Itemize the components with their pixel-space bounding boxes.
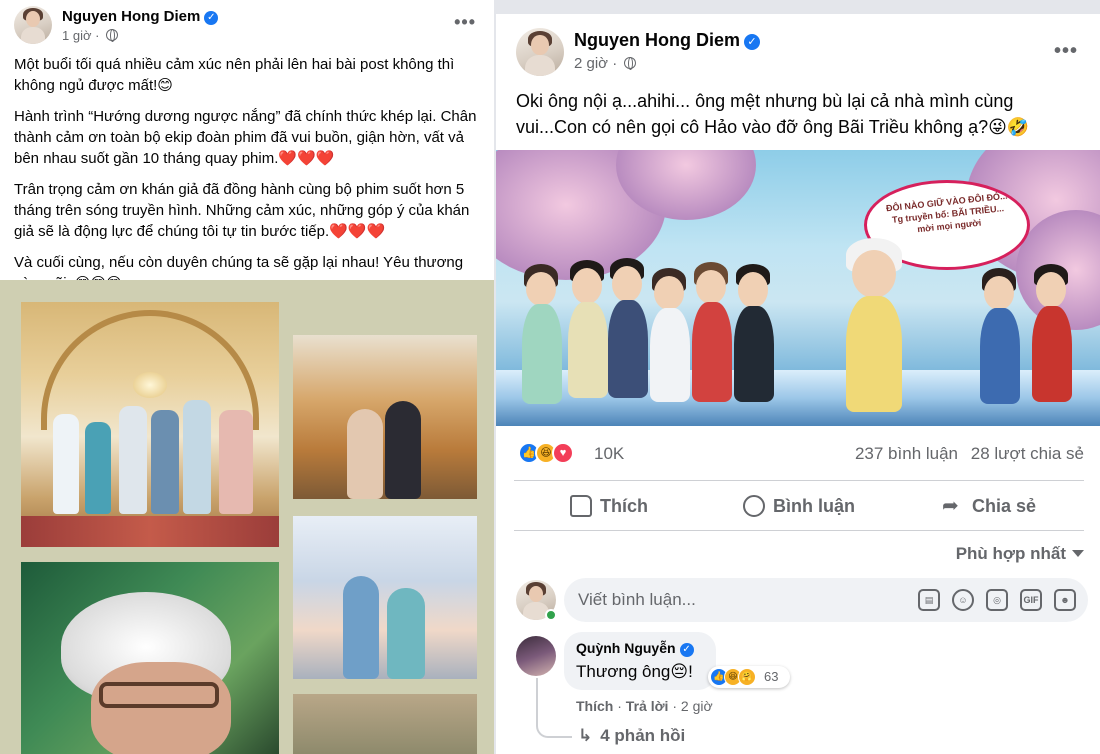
shares-count[interactable]: 28 lượt chia sẻ — [971, 444, 1084, 463]
separator: · — [672, 698, 677, 714]
comment-reactions[interactable]: 👍 😆 🤗 63 — [708, 666, 790, 688]
elder-actor-photo[interactable] — [21, 562, 279, 754]
globe-icon — [106, 29, 119, 42]
post-actions: Thích Bình luận ➦ Chia sẻ — [514, 486, 1084, 526]
verified-badge-icon: ✓ — [679, 643, 694, 657]
post-text: Một buổi tối quá nhiều cảm xúc nên phải … — [14, 54, 484, 304]
comment-sort-dropdown[interactable]: Phù hợp nhất — [956, 544, 1084, 564]
share-button[interactable]: ➦ Chia sẻ — [894, 486, 1084, 526]
group-photo-palace[interactable] — [21, 302, 279, 547]
more-options-button[interactable]: ••• — [454, 12, 476, 33]
gif-icon[interactable]: GIF — [1020, 589, 1042, 611]
reply-thread-line — [536, 678, 572, 738]
post-time[interactable]: 1 giờ — [62, 28, 92, 43]
caret-down-icon — [1072, 550, 1084, 557]
camera-icon[interactable]: ◎ — [986, 589, 1008, 611]
comments-count[interactable]: 237 bình luận — [855, 444, 958, 463]
sticker-face-icon[interactable]: ☻ — [1054, 589, 1076, 611]
comment-button[interactable]: Bình luận — [704, 486, 894, 526]
reply-arrow-icon: ↳ — [578, 726, 593, 745]
view-replies-link[interactable]: ↳ 4 phản hồi — [578, 726, 685, 746]
care-reaction-icon: 🤗 — [738, 668, 756, 686]
tree-photo[interactable] — [293, 694, 477, 754]
post-paragraph: Hành trình “Hướng dương ngược nắng” đã c… — [14, 108, 477, 167]
author-name[interactable]: Nguyen Hong Diem — [574, 30, 740, 50]
comment-reaction-count: 63 — [764, 669, 779, 684]
post-meta: 2 giờ · — [574, 55, 637, 72]
post-time[interactable]: 2 giờ — [574, 55, 608, 72]
post-paragraph: Một buổi tối quá nhiều cảm xúc nên phải … — [14, 56, 455, 94]
separator: · — [617, 698, 622, 714]
author-avatar[interactable] — [14, 6, 52, 44]
verified-badge-icon: ✓ — [204, 11, 219, 25]
post-stats: 237 bình luận 28 lượt chia sẻ — [847, 444, 1084, 464]
share-arrow-icon: ➦ — [941, 495, 959, 517]
sort-label: Phù hợp nhất — [955, 544, 1066, 563]
screenshot-canvas: Nguyen Hong Diem ✓ 1 giờ · ••• Một buổi t… — [0, 0, 1100, 754]
comment-time[interactable]: 2 giờ — [681, 698, 713, 714]
divider — [514, 530, 1084, 531]
divider — [514, 480, 1084, 481]
thumbs-up-icon — [570, 495, 592, 517]
left-post-header: Nguyen Hong Diem ✓ 1 giờ · ••• — [14, 6, 484, 50]
love-reaction-icon: ♥ — [552, 442, 574, 464]
verified-badge-icon: ✓ — [744, 34, 761, 50]
show-banner-image[interactable]: ĐÔI NÀO GIỮ VÀO ĐÔI ĐÓ... Tg truyền bổ: … — [496, 150, 1100, 426]
commenter-name-row[interactable]: Quỳnh Nguyễn ✓ — [576, 640, 694, 657]
comment-input-placeholder: Viết bình luận... — [578, 590, 696, 609]
comment-bubble: Quỳnh Nguyễn ✓ Thương ông😔! — [564, 632, 716, 690]
like-button[interactable]: Thích — [514, 486, 704, 526]
post-paragraph: Trân trọng cảm ơn khán giả đã đồng hành … — [14, 181, 470, 240]
reaction-count[interactable]: 10K — [594, 444, 624, 464]
photo-collage — [0, 280, 494, 754]
author-avatar[interactable] — [516, 28, 564, 76]
comment-text: Thương ông😔! — [576, 662, 693, 681]
right-post: Nguyen Hong Diem ✓ 2 giờ · ••• Oki ông nộ… — [496, 14, 1100, 754]
composer-icons: ▤ ☺ ◎ GIF ☻ — [906, 589, 1076, 611]
post-meta: 1 giờ · — [62, 28, 119, 43]
author-name-row[interactable]: Nguyen Hong Diem ✓ — [574, 30, 761, 51]
online-status-dot — [545, 609, 557, 621]
post-text: Oki ông nội ạ...ahihi... ông mệt nhưng b… — [516, 91, 1030, 137]
comment-reply-link[interactable]: Trả lời — [626, 698, 669, 714]
replies-label: 4 phản hồi — [600, 726, 686, 745]
share-label: Chia sẻ — [971, 495, 1037, 516]
author-name-row[interactable]: Nguyen Hong Diem ✓ — [62, 8, 219, 25]
emoji-icon[interactable]: ☺ — [952, 589, 974, 611]
left-post: Nguyen Hong Diem ✓ 1 giờ · ••• Một buổi t… — [0, 0, 494, 754]
comment-input[interactable]: Viết bình luận... ▤ ☺ ◎ GIF ☻ — [564, 578, 1088, 622]
like-label: Thích — [600, 495, 648, 516]
autumn-photo[interactable] — [293, 335, 477, 499]
couple-photo[interactable] — [293, 516, 477, 679]
more-options-button[interactable]: ••• — [1054, 40, 1078, 63]
commenter-name[interactable]: Quỳnh Nguyễn — [576, 640, 676, 656]
comment-like-link[interactable]: Thích — [576, 698, 613, 714]
commenter-avatar[interactable] — [516, 636, 556, 676]
comment-actions: Thích · Trả lời · 2 giờ — [576, 698, 713, 714]
author-name[interactable]: Nguyen Hong Diem — [62, 8, 200, 25]
sticker-icon[interactable]: ▤ — [918, 589, 940, 611]
globe-icon — [624, 57, 637, 70]
comment-bubble-icon — [743, 495, 765, 517]
comment-label: Bình luận — [773, 495, 855, 516]
